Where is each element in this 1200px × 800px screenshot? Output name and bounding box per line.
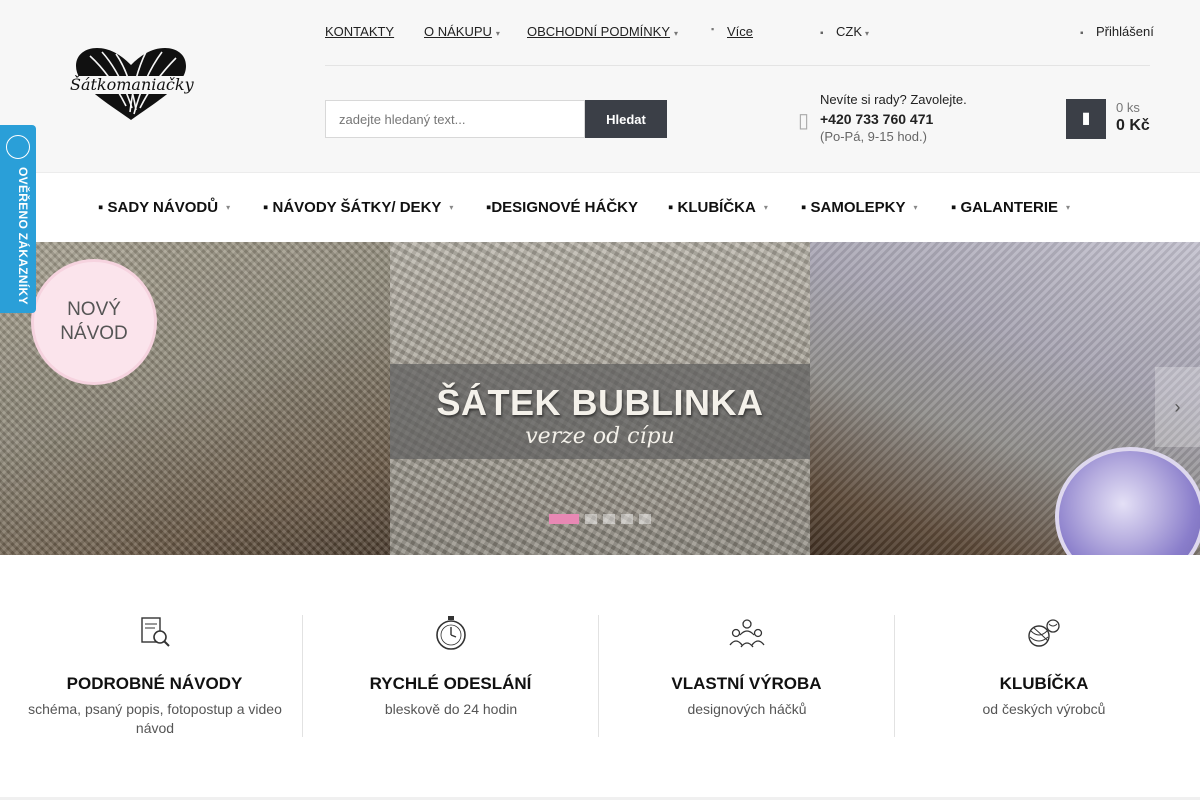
- login-label: Přihlášení: [1096, 24, 1154, 39]
- cart-qty: 0 ks: [1116, 100, 1140, 115]
- header: Šátkomaniačky KONTAKTY O NÁKUPU ▾ OBCHODN…: [0, 0, 1200, 172]
- mainnav-item-label: ▪DESIGNOVÉ HÁČKY: [486, 199, 639, 216]
- feature-desc: od českých výrobců: [982, 701, 1106, 717]
- chevron-down-icon: ▾: [449, 203, 454, 212]
- search-form: Hledat: [325, 100, 667, 138]
- topnav-item-obchodni-podminky[interactable]: OBCHODNÍ PODMÍNKY ▾: [527, 24, 678, 39]
- badge-line2: NÁVOD: [60, 323, 128, 344]
- mainnav-item-samolepky[interactable]: ▪ SAMOLEPKY ▾: [801, 199, 918, 216]
- cart-icon: ▮: [1081, 110, 1091, 127]
- topnav-item-label: Více: [727, 24, 754, 39]
- chevron-down-icon: ▾: [674, 29, 679, 38]
- topnav-item-label: OBCHODNÍ PODMÍNKY: [527, 24, 671, 39]
- mainnav-item-navody-satky-deky[interactable]: ▪ NÁVODY ŠÁTKY/ DEKY ▾: [263, 199, 453, 216]
- contact-info: Nevíte si rady? Zavolejte. +420 733 760 …: [820, 91, 967, 147]
- people-group-icon: [729, 619, 765, 648]
- user-icon: ▪: [1080, 28, 1084, 39]
- feature-rychle-odeslani: RYCHLÉ ODESLÁNÍ bleskově do 24 hodin: [303, 615, 599, 737]
- mainnav-item-label: ▪ GALANTERIE: [951, 199, 1058, 216]
- search-input[interactable]: [325, 100, 585, 138]
- chevron-down-icon: ▾: [913, 203, 918, 212]
- topnav-item-o-nakupu[interactable]: O NÁKUPU ▾: [424, 24, 500, 39]
- cart-total: 0 Kč: [1116, 117, 1150, 134]
- feature-title: VLASTNÍ VÝROBA: [671, 674, 822, 693]
- chevron-down-icon: ▾: [1066, 203, 1071, 212]
- feature-vlastni-vyroba: VLASTNÍ VÝROBA designových háčků: [599, 615, 895, 737]
- mainnav-item-designove-hacky[interactable]: ▪DESIGNOVÉ HÁČKY: [486, 199, 638, 216]
- mainnav-item-label: ▪ SAMOLEPKY: [801, 199, 906, 216]
- search-button[interactable]: Hledat: [585, 100, 667, 138]
- topnav-item-label: KONTAKTY: [325, 24, 395, 39]
- mainnav-item-klubicka[interactable]: ▪ KLUBÍČKA ▾: [668, 199, 768, 216]
- yarn-balls-icon: [1028, 619, 1060, 647]
- feature-title: KLUBÍČKA: [999, 674, 1089, 693]
- chevron-down-icon: ▾: [226, 203, 231, 212]
- cart-summary[interactable]: 0 ks 0 Kč: [1116, 100, 1156, 135]
- feature-desc: bleskově do 24 hodin: [384, 701, 518, 717]
- mainnav-item-label: ▪ SADY NÁVODŮ: [98, 199, 219, 216]
- feature-desc: schéma, psaný popis, fotopostup a video …: [28, 701, 282, 736]
- contact-hours: (Po-Pá, 9-15 hod.): [820, 129, 927, 144]
- slider-dot-4[interactable]: [621, 514, 633, 524]
- mainnav-item-sady-navodu[interactable]: ▪ SADY NÁVODŮ ▾: [98, 199, 230, 216]
- new-pattern-badge: NOVÝ NÁVOD: [34, 262, 154, 382]
- banner-title-box: ŠÁTEK BUBLINKA verze od cípu: [390, 364, 810, 459]
- chevron-down-icon: ▾: [763, 203, 768, 212]
- slider-dot-2[interactable]: [585, 514, 597, 524]
- hero-banner[interactable]: NOVÝ NÁVOD ŠÁTEK BUBLINKA verze od cípu …: [0, 242, 1200, 555]
- chevron-right-icon: ›: [1174, 397, 1181, 417]
- feature-desc: designových háčků: [687, 701, 807, 717]
- contact-prompt: Nevíte si rady? Zavolejte.: [820, 92, 967, 107]
- page: Šátkomaniačky KONTAKTY O NÁKUPU ▾ OBCHODN…: [0, 0, 1200, 800]
- contact-phone[interactable]: +420 733 760 471: [820, 110, 967, 129]
- mainnav-item-galanterie[interactable]: ▪ GALANTERIE ▾: [951, 199, 1070, 216]
- topnav-item-kontakty[interactable]: KONTAKTY: [325, 24, 394, 39]
- badge-line1: NOVÝ: [67, 299, 121, 320]
- verified-label: OVĚŘENO ZÁKAZNÍKY: [16, 167, 30, 305]
- currency-icon: ▪: [820, 28, 824, 39]
- magnifier-document-icon: [141, 617, 170, 647]
- divider: [325, 65, 1150, 66]
- slider-dot-3[interactable]: [603, 514, 615, 524]
- chevron-down-icon: ▾: [495, 29, 500, 38]
- login-link[interactable]: ▪ Přihlášení: [1080, 24, 1154, 39]
- currency-selector[interactable]: ▪ CZK ▾: [820, 24, 869, 39]
- more-menu-icon: ▪: [711, 24, 715, 34]
- banner-subtitle: verze od cípu: [525, 424, 675, 449]
- chevron-down-icon: ▾: [865, 29, 870, 38]
- banner-title: ŠÁTEK BUBLINKA: [436, 382, 764, 423]
- mainnav-item-label: ▪ KLUBÍČKA: [668, 199, 756, 216]
- cart-button[interactable]: ▮: [1066, 99, 1106, 139]
- currency-label: CZK: [836, 24, 862, 39]
- feature-podrobne-navody: PODROBNÉ NÁVODY schéma, psaný popis, fot…: [7, 615, 303, 737]
- mainnav-item-label: ▪ NÁVODY ŠÁTKY/ DEKY: [263, 199, 442, 216]
- verified-seal-icon: [6, 135, 30, 159]
- topnav-item-vice[interactable]: Více: [727, 24, 753, 39]
- phone-icon: ▯: [798, 110, 810, 132]
- logo-text: Šátkomaniačky: [70, 75, 194, 94]
- stopwatch-icon: [436, 616, 466, 650]
- feature-title: PODROBNÉ NÁVODY: [66, 674, 243, 693]
- verified-customers-badge[interactable]: OVĚŘENO ZÁKAZNÍKY: [0, 125, 36, 313]
- feature-klubicka: KLUBÍČKA od českých výrobců: [896, 615, 1192, 737]
- features-strip: PODROBNÉ NÁVODY schéma, psaný popis, fot…: [0, 555, 1200, 800]
- main-nav: ▪ SADY NÁVODŮ ▾ ▪ NÁVODY ŠÁTKY/ DEKY ▾ ▪DE…: [0, 172, 1200, 242]
- logo[interactable]: Šátkomaniačky: [70, 46, 194, 124]
- slider-dot-5[interactable]: [639, 514, 651, 524]
- slider-dot-1[interactable]: [549, 514, 579, 524]
- slider-next-button[interactable]: ›: [1155, 367, 1200, 447]
- topnav-item-label: O NÁKUPU: [424, 24, 492, 39]
- feature-title: RYCHLÉ ODESLÁNÍ: [369, 674, 532, 693]
